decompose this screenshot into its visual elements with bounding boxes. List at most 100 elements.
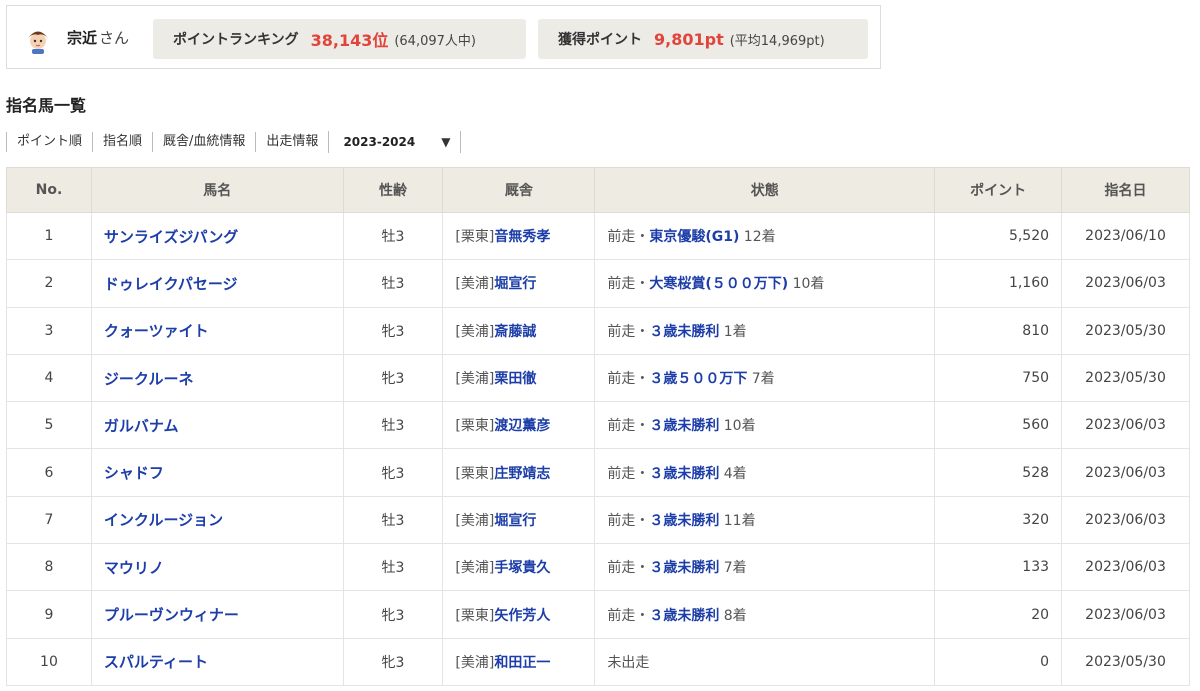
- trainer-link[interactable]: 音無秀孝: [494, 229, 550, 245]
- horse-name-link[interactable]: ジークルーネ: [104, 370, 194, 388]
- ranking-label: ポイントランキング: [173, 32, 299, 48]
- tab-stable-pedigree[interactable]: 厩舎/血統情報: [152, 132, 255, 152]
- race-link[interactable]: 東京優駿(G1): [649, 229, 739, 245]
- col-status[interactable]: 状態: [594, 167, 936, 213]
- stable-region: [美浦]: [455, 560, 495, 577]
- tab-nomination-order[interactable]: 指名順: [92, 132, 152, 152]
- race-result: 7着: [747, 371, 775, 388]
- race-result: 10着: [719, 418, 756, 435]
- status-prefix: 前走・: [607, 276, 650, 293]
- row-no: 9: [6, 590, 92, 639]
- sex-age: 牡3: [342, 543, 444, 592]
- status-cell: 前走・大寒桜賞(５００万下) 10着: [594, 259, 936, 308]
- race-link[interactable]: ３歳未勝利: [649, 466, 719, 482]
- points-value: 320: [934, 495, 1063, 545]
- sex-age: 牝3: [342, 353, 444, 403]
- row-no: 7: [6, 495, 92, 545]
- table-row: 6 シャドフ 牝3 [栗東]庄野靖志 前走・３歳未勝利 4着 528 2023/06/03: [6, 448, 1190, 497]
- stable-region: [栗東]: [455, 607, 495, 624]
- horse-name-link[interactable]: マウリノ: [104, 559, 164, 577]
- race-link[interactable]: ３歳未勝利: [649, 324, 719, 340]
- race-result: 11着: [719, 512, 756, 529]
- nomination-date: 2023/05/30: [1061, 637, 1190, 686]
- points-value: 560: [934, 401, 1063, 450]
- horse-name-cell: クォーツァイト: [90, 306, 344, 355]
- horse-name-link[interactable]: ガルバナム: [104, 417, 179, 435]
- race-result: 10着: [788, 276, 825, 293]
- race-link[interactable]: ３歳未勝利: [649, 608, 719, 624]
- points-sub: (平均14,969pt): [729, 33, 825, 49]
- status-cell: 前走・東京優駿(G1) 12着: [594, 211, 936, 261]
- table-row: 2 ドゥレイクパセージ 牡3 [美浦]堀宣行 前走・大寒桜賞(５００万下) 10着 1,1…: [6, 259, 1190, 308]
- nomination-date: 2023/06/03: [1061, 259, 1190, 308]
- status-cell: 前走・３歳未勝利 4着: [594, 448, 936, 497]
- horse-name-link[interactable]: サンライズジパング: [104, 228, 238, 246]
- table-header-row: No. 馬名 性齢 厩舎 状態 ポイント 指名日: [6, 167, 1190, 213]
- horse-name-cell: サンライズジパング: [90, 211, 344, 261]
- trainer-link[interactable]: 庄野靖志: [494, 466, 550, 482]
- nomination-date: 2023/06/03: [1061, 495, 1190, 545]
- horse-name-cell: マウリノ: [90, 543, 344, 592]
- col-name[interactable]: 馬名: [90, 167, 344, 213]
- points-value: 5,520: [934, 211, 1063, 261]
- stable-cell: [栗東]庄野靖志: [442, 448, 596, 497]
- table-row: 8 マウリノ 牡3 [美浦]手塚貴久 前走・３歳未勝利 7着 133 2023/06/03: [6, 543, 1190, 592]
- season-select-value: 2023-2024: [343, 135, 416, 149]
- status-cell: 前走・３歳未勝利 11着: [594, 495, 936, 545]
- race-link[interactable]: ３歳未勝利: [649, 418, 719, 434]
- col-no[interactable]: No.: [6, 167, 92, 213]
- horse-name-link[interactable]: クォーツァイト: [104, 322, 209, 340]
- ranking-value: 38,143位: [310, 31, 389, 50]
- trainer-link[interactable]: 斎藤誠: [494, 324, 536, 340]
- col-sex-age[interactable]: 性齢: [342, 167, 444, 213]
- stable-cell: [美浦]和田正一: [442, 637, 596, 686]
- stable-cell: [美浦]斎藤誠: [442, 306, 596, 355]
- status-prefix: 前走・: [607, 418, 650, 435]
- race-link[interactable]: 大寒桜賞(５００万下): [649, 276, 788, 292]
- trainer-link[interactable]: 渡辺薫彦: [494, 418, 550, 434]
- race-link[interactable]: ３歳未勝利: [649, 560, 719, 576]
- points-value: 133: [934, 543, 1063, 592]
- col-stable[interactable]: 厩舎: [442, 167, 596, 213]
- table-row: 10 スパルティート 牝3 [美浦]和田正一 未出走 0 2023/05/30: [6, 637, 1190, 686]
- trainer-link[interactable]: 堀宣行: [494, 513, 536, 529]
- table-row: 5 ガルバナム 牡3 [栗東]渡辺薫彦 前走・３歳未勝利 10着 560 2023/06/0…: [6, 401, 1190, 450]
- points-label: 獲得ポイント: [558, 32, 642, 48]
- horse-name-link[interactable]: インクルージョン: [104, 511, 223, 529]
- horse-name-link[interactable]: ドゥレイクパセージ: [104, 275, 238, 293]
- race-result: 8着: [719, 607, 747, 624]
- status-cell: 前走・３歳未勝利 7着: [594, 543, 936, 592]
- horse-name-link[interactable]: シャドフ: [104, 464, 164, 482]
- status-cell: 前走・３歳未勝利 8着: [594, 590, 936, 639]
- col-date[interactable]: 指名日: [1061, 167, 1190, 213]
- tab-points-order[interactable]: ポイント順: [6, 132, 92, 152]
- trainer-link[interactable]: 堀宣行: [494, 276, 536, 292]
- horse-name-cell: インクルージョン: [90, 495, 344, 545]
- chevron-down-icon: ▼: [441, 135, 451, 149]
- season-select[interactable]: 2023-2024 ▼: [328, 131, 462, 153]
- trainer-link[interactable]: 矢作芳人: [494, 608, 550, 624]
- trainer-link[interactable]: 栗田徹: [494, 371, 536, 387]
- stable-cell: [栗東]音無秀孝: [442, 211, 596, 261]
- nomination-date: 2023/05/30: [1061, 353, 1190, 403]
- nomination-date: 2023/06/03: [1061, 401, 1190, 450]
- race-link[interactable]: ３歳未勝利: [649, 513, 719, 529]
- tab-race-info[interactable]: 出走情報: [255, 132, 328, 152]
- trainer-link[interactable]: 和田正一: [494, 655, 550, 671]
- sex-age: 牡3: [342, 259, 444, 308]
- stable-cell: [美浦]堀宣行: [442, 495, 596, 545]
- status-prefix: 前走・: [607, 607, 650, 624]
- trainer-link[interactable]: 手塚貴久: [494, 560, 550, 576]
- horse-name-link[interactable]: プルーヴンウィナー: [104, 606, 239, 624]
- col-points[interactable]: ポイント: [934, 167, 1063, 213]
- horse-name-cell: ガルバナム: [90, 401, 344, 450]
- stable-region: [美浦]: [455, 323, 495, 340]
- race-link[interactable]: ３歳５００万下: [649, 371, 747, 387]
- stable-region: [美浦]: [455, 276, 495, 293]
- horse-name-link[interactable]: スパルティート: [104, 653, 208, 671]
- sex-age: 牡3: [342, 211, 444, 261]
- race-result: 1着: [719, 323, 747, 340]
- status-prefix: 前走・: [607, 560, 650, 577]
- ranking-sub: (64,097人中): [394, 33, 476, 49]
- status-prefix: 前走・: [607, 323, 650, 340]
